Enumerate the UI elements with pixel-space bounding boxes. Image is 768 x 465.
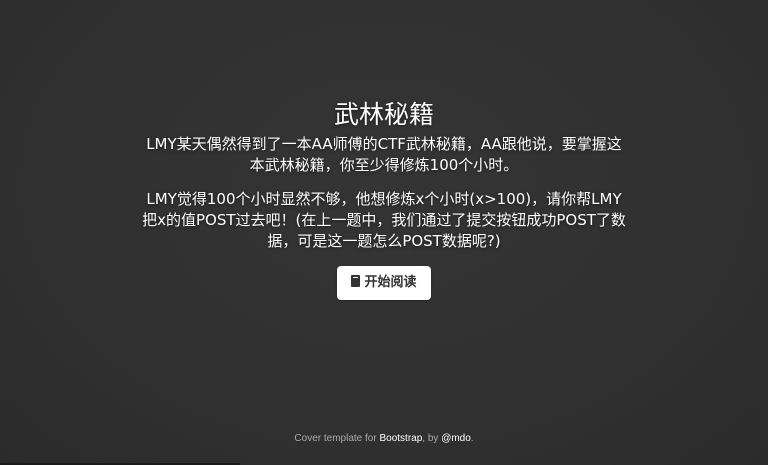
start-reading-button[interactable]: 开始阅读 — [337, 266, 431, 300]
button-wrapper: 开始阅读 — [0, 266, 768, 300]
footer: Cover template for Bootstrap, by @mdo. — [0, 433, 768, 444]
page-title: 武林秘籍 — [333, 100, 434, 129]
lead-paragraph-2: LMY觉得100个小时显然不够，他想修炼x个小时(x>100)，请你帮LMY把x… — [142, 190, 626, 250]
footer-suffix: . — [470, 433, 474, 444]
footer-prefix: Cover template for — [294, 433, 380, 444]
mdo-link[interactable]: @mdo — [441, 433, 471, 444]
cover-content: 武林秘籍 LMY某天偶然得到了一本AA师傅的CTF武林秘籍，AA跟他说，要掌握这… — [0, 98, 768, 300]
bootstrap-link[interactable]: Bootstrap — [379, 433, 422, 444]
book-icon — [351, 275, 361, 287]
lead-paragraph-1: LMY某天偶然得到了一本AA师傅的CTF武林秘籍，AA跟他说，要掌握这本武林秘籍… — [146, 135, 622, 174]
footer-middle: , by — [422, 433, 442, 444]
start-reading-label: 开始阅读 — [364, 275, 417, 290]
